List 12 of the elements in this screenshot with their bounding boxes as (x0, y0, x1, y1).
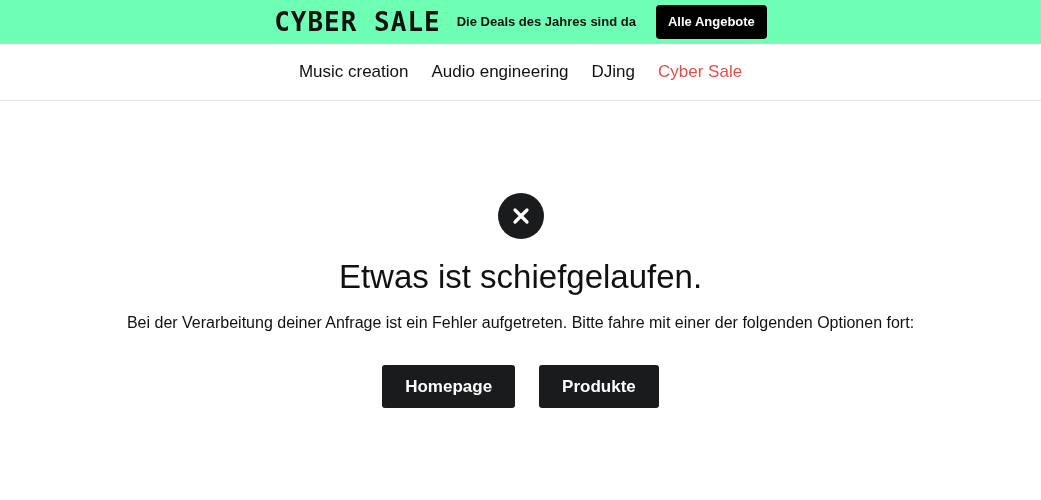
promo-tagline: Die Deals des Jahres sind da (456, 13, 636, 32)
sale-logo: CYBER SALE (274, 8, 441, 36)
error-icon (497, 193, 544, 239)
action-button[interactable]: Homepage (382, 364, 516, 409)
action-button[interactable]: Produkte (539, 364, 659, 409)
nav-link[interactable]: Music creation (298, 59, 409, 85)
nav-link[interactable]: DJing (591, 59, 635, 85)
all-offers-button[interactable]: Alle Angebote (655, 5, 767, 39)
error-message: Bei der Verarbeitung deiner Anfrage ist ein Fehler aufgetreten. Bitte fahre mit einer der folgenden Optionen fort: (126, 312, 915, 333)
nav-link[interactable]: Cyber Sale (658, 59, 743, 85)
nav-link[interactable]: Audio engineering (431, 59, 569, 85)
error-title: Etwas ist schiefgelaufen. (338, 257, 703, 297)
